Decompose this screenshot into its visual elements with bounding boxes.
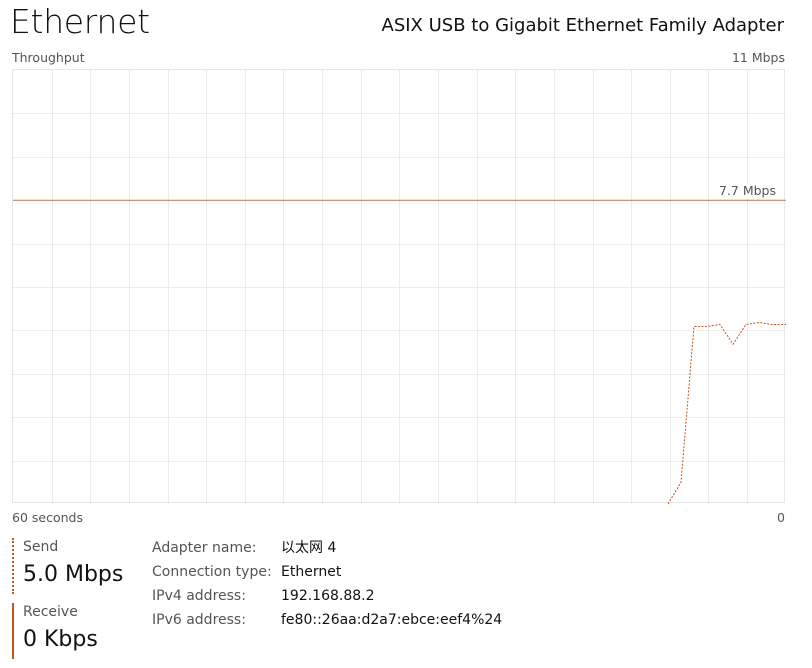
receive-stat[interactable]: Receive 0 Kbps — [12, 603, 142, 659]
receive-value: 0 Kbps — [23, 627, 98, 652]
send-indicator — [12, 538, 14, 594]
throughput-graph[interactable]: 7.7 Mbps — [12, 69, 786, 504]
connection-type-label: Connection type: — [152, 564, 272, 580]
adapter-description: ASIX USB to Gigabit Ethernet Family Adap… — [381, 15, 785, 36]
send-series-line — [667, 321, 786, 504]
page-title: Ethernet — [10, 2, 150, 41]
receive-indicator — [12, 603, 14, 659]
ipv6-value: fe80::26aa:d2a7:ebce:eef4%24 — [281, 612, 503, 628]
time-span-label: 60 seconds — [12, 510, 83, 525]
send-stat[interactable]: Send 5.0 Mbps — [12, 538, 142, 594]
throughput-chart — [13, 70, 786, 504]
send-label: Send — [23, 539, 59, 555]
ipv4-value: 192.168.88.2 — [281, 588, 375, 604]
reference-line-label: 7.7 Mbps — [716, 183, 778, 199]
ipv4-label: IPv4 address: — [152, 588, 246, 604]
max-scale-label: 11 Mbps — [731, 50, 785, 65]
adapter-name-value: 以太网 4 — [281, 540, 337, 556]
throughput-label: Throughput — [12, 50, 85, 65]
adapter-name-label: Adapter name: — [152, 540, 257, 556]
min-scale-label: 0 — [777, 510, 785, 525]
ipv6-label: IPv6 address: — [152, 612, 246, 628]
connection-type-value: Ethernet — [281, 564, 342, 580]
send-value: 5.0 Mbps — [23, 562, 124, 587]
receive-label: Receive — [23, 604, 78, 620]
